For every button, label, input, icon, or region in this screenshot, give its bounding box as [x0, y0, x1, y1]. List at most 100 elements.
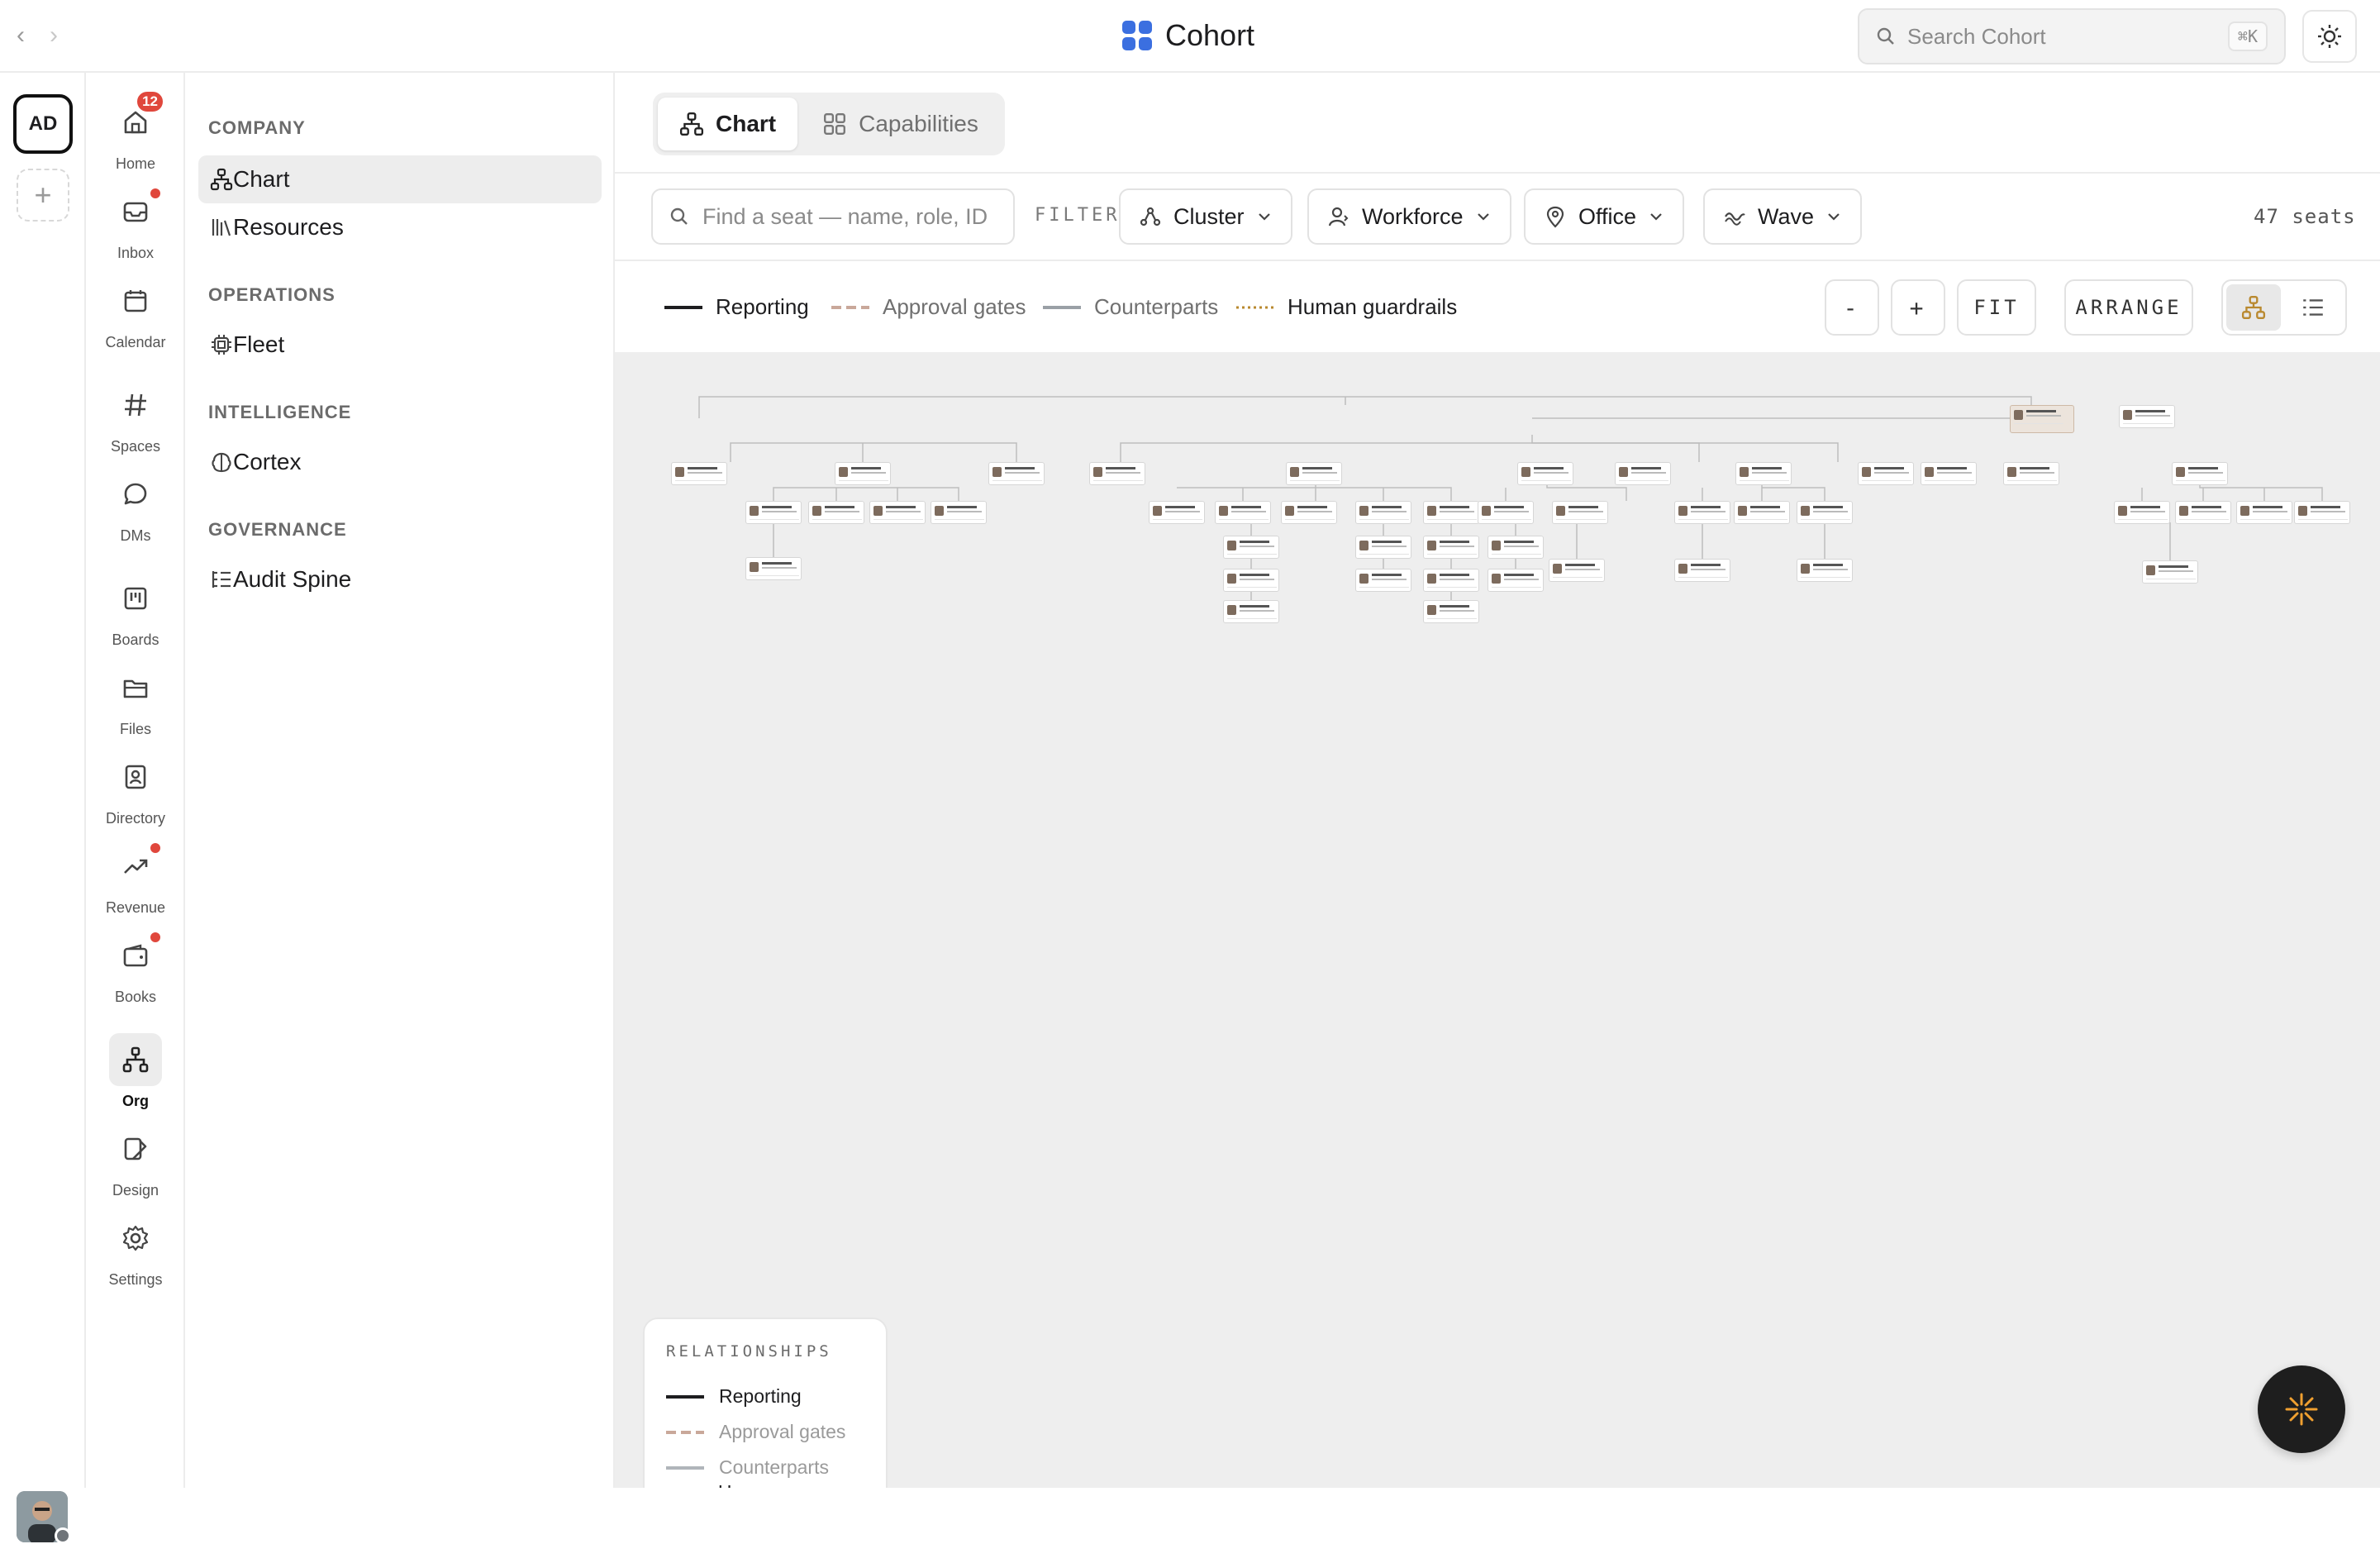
seat-search-input[interactable]: Find a seat — name, role, ID: [651, 188, 1015, 245]
org-chart-canvas[interactable]: RELATIONSHIPS Reporting Approval gates C…: [615, 352, 2380, 1488]
tab-capabilities[interactable]: Capabilities: [801, 98, 1000, 150]
seat-card[interactable]: [1488, 569, 1544, 592]
nav-item-calendar[interactable]: Calendar: [86, 274, 185, 351]
theme-toggle-button[interactable]: [2302, 10, 2357, 63]
zoom-out-button[interactable]: -: [1825, 279, 1879, 336]
office-dropdown[interactable]: Office: [1524, 188, 1685, 245]
workforce-dropdown[interactable]: Workforce: [1307, 188, 1511, 245]
assistant-fab-button[interactable]: [2258, 1365, 2345, 1453]
seat-card[interactable]: [1797, 559, 1853, 582]
seat-card[interactable]: [1355, 569, 1411, 592]
seat-card[interactable]: [2175, 501, 2231, 524]
seat-card[interactable]: [2172, 462, 2228, 485]
back-arrow-icon[interactable]: ‹: [17, 21, 25, 50]
seat-card[interactable]: [1549, 559, 1605, 582]
seat-card[interactable]: [2010, 405, 2074, 433]
seat-card[interactable]: [2236, 501, 2292, 524]
nav-item-home[interactable]: 12 Home: [86, 89, 185, 173]
seat-card[interactable]: [1223, 569, 1279, 592]
fit-button[interactable]: FIT: [1957, 279, 2036, 336]
list-view-button[interactable]: [2286, 284, 2340, 331]
seat-card[interactable]: [1735, 462, 1792, 485]
seat-card[interactable]: [1674, 559, 1730, 582]
seat-card[interactable]: [2119, 405, 2175, 428]
legend-item-counterparts[interactable]: Counterparts: [1043, 294, 1218, 320]
seat-card[interactable]: [1423, 536, 1479, 559]
sidebar-item-fleet[interactable]: Fleet: [198, 321, 602, 369]
arrange-button[interactable]: ARRANGE: [2064, 279, 2193, 336]
seat-card[interactable]: [869, 501, 926, 524]
seat-card[interactable]: [2294, 501, 2350, 524]
seat-card[interactable]: [1517, 462, 1573, 485]
relationship-reporting[interactable]: Reporting: [666, 1379, 864, 1414]
seat-card[interactable]: [1552, 501, 1608, 524]
seat-card[interactable]: [745, 557, 802, 580]
legend-item-approval-gates[interactable]: Approval gates: [831, 294, 1026, 320]
sidebar-item-audit-spine[interactable]: Audit Spine: [198, 555, 602, 603]
seat-card[interactable]: [1149, 501, 1205, 524]
seat-photo: [1427, 574, 1436, 584]
sidebar-item-resources[interactable]: Resources: [198, 203, 602, 251]
add-workspace-button[interactable]: +: [17, 169, 69, 222]
seat-card[interactable]: [1478, 501, 1534, 524]
nav-item-settings[interactable]: Settings: [86, 1212, 185, 1289]
seat-photo: [750, 562, 759, 572]
seat-card[interactable]: [1423, 569, 1479, 592]
seat-card[interactable]: [1355, 501, 1411, 524]
legend-item-human-guardrails[interactable]: Human guardrails: [1236, 294, 1457, 320]
nav-item-design[interactable]: Design: [86, 1122, 185, 1199]
seat-card[interactable]: [1089, 462, 1145, 485]
seat-card[interactable]: [1423, 501, 1479, 524]
global-search[interactable]: Search Cohort ⌘K: [1858, 8, 2286, 64]
sidebar-item-chart[interactable]: Chart: [198, 155, 602, 203]
nav-item-files[interactable]: Files: [86, 661, 185, 738]
seat-card[interactable]: [1223, 536, 1279, 559]
nav-item-books[interactable]: Books: [86, 929, 185, 1006]
seat-meta-line: [1227, 554, 1277, 555]
seat-card[interactable]: [988, 462, 1045, 485]
legend-item-reporting[interactable]: Reporting: [664, 294, 809, 320]
nav-item-revenue[interactable]: Revenue: [86, 840, 185, 917]
tab-chart[interactable]: Chart: [658, 98, 798, 150]
seat-photo: [1521, 467, 1530, 477]
seat-card[interactable]: [1215, 501, 1271, 524]
chart-view-button[interactable]: [2226, 284, 2281, 331]
seat-card[interactable]: [2142, 560, 2198, 584]
seat-card[interactable]: [1921, 462, 1977, 485]
section-heading: OPERATIONS: [208, 284, 336, 305]
seat-card[interactable]: [745, 501, 802, 524]
seat-meta-line: [1553, 577, 1602, 578]
seat-card[interactable]: [1674, 501, 1730, 524]
cluster-dropdown[interactable]: Cluster: [1119, 188, 1292, 245]
seat-card[interactable]: [1858, 462, 1914, 485]
seat-card[interactable]: [1281, 501, 1337, 524]
seat-card[interactable]: [1423, 600, 1479, 623]
seat-card[interactable]: [1488, 536, 1544, 559]
seat-meta-line: [1359, 587, 1409, 588]
seat-card[interactable]: [1615, 462, 1671, 485]
nav-item-dms[interactable]: DMs: [86, 468, 185, 545]
nav-item-spaces[interactable]: Spaces: [86, 379, 185, 455]
nav-item-directory[interactable]: Directory: [86, 751, 185, 827]
seat-card[interactable]: [1355, 536, 1411, 559]
wave-dropdown[interactable]: Wave: [1703, 188, 1863, 245]
nav-item-boards[interactable]: Boards: [86, 572, 185, 649]
seat-card[interactable]: [2114, 501, 2170, 524]
seat-card[interactable]: [931, 501, 987, 524]
nav-item-org[interactable]: Org: [86, 1033, 185, 1110]
seat-card[interactable]: [671, 462, 727, 485]
dropdown-label: Office: [1578, 203, 1637, 229]
forward-arrow-icon[interactable]: ›: [50, 21, 58, 50]
seat-card[interactable]: [808, 501, 864, 524]
seat-card[interactable]: [1734, 501, 1790, 524]
seat-card[interactable]: [1223, 600, 1279, 623]
sidebar-item-cortex[interactable]: Cortex: [198, 438, 602, 486]
seat-card[interactable]: [2003, 462, 2059, 485]
nav-item-inbox[interactable]: Inbox: [86, 185, 185, 262]
seat-card[interactable]: [1286, 462, 1342, 485]
zoom-in-button[interactable]: +: [1891, 279, 1945, 336]
seat-card[interactable]: [1797, 501, 1853, 524]
relationship-approval-gates[interactable]: Approval gates: [666, 1414, 864, 1450]
workspace-avatar[interactable]: AD: [13, 94, 73, 154]
seat-card[interactable]: [835, 462, 891, 485]
